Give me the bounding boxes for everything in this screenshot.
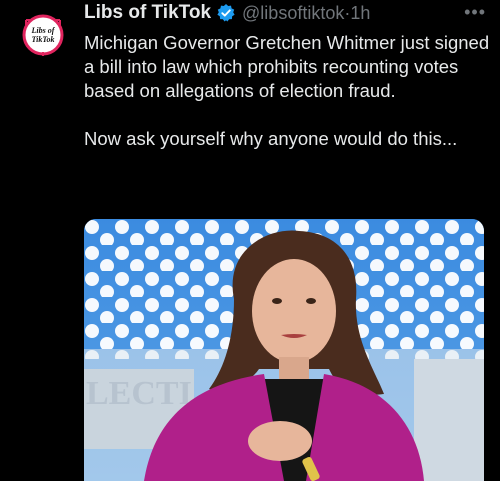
avatar[interactable]: Libs of TikTok [22,14,64,56]
handle[interactable]: @libsoftiktok·1h [242,3,370,24]
more-options-icon[interactable]: ••• [464,2,486,23]
tweet-paragraph: Michigan Governor Gretchen Whitmer just … [84,32,490,101]
tweet-paragraph: Now ask yourself why anyone would do thi… [84,128,458,149]
tweet-text: Michigan Governor Gretchen Whitmer just … [84,31,490,151]
display-name[interactable]: Libs of TikTok [84,2,211,24]
tweet-media-photo[interactable]: LECTI [84,219,484,481]
background-sign-text: LECTI [86,375,192,412]
svg-text:Libs of: Libs of [31,26,56,35]
handle-text: @libsoftiktok [242,2,345,23]
tweet-header: Libs of TikTok @libsoftiktok·1h [84,0,500,26]
verified-badge-icon [216,3,236,23]
avatar-logo-icon: Libs of TikTok [22,14,64,56]
timestamp[interactable]: 1h [350,3,370,23]
photo-illustration: LECTI [84,219,484,481]
svg-text:TikTok: TikTok [32,35,55,44]
